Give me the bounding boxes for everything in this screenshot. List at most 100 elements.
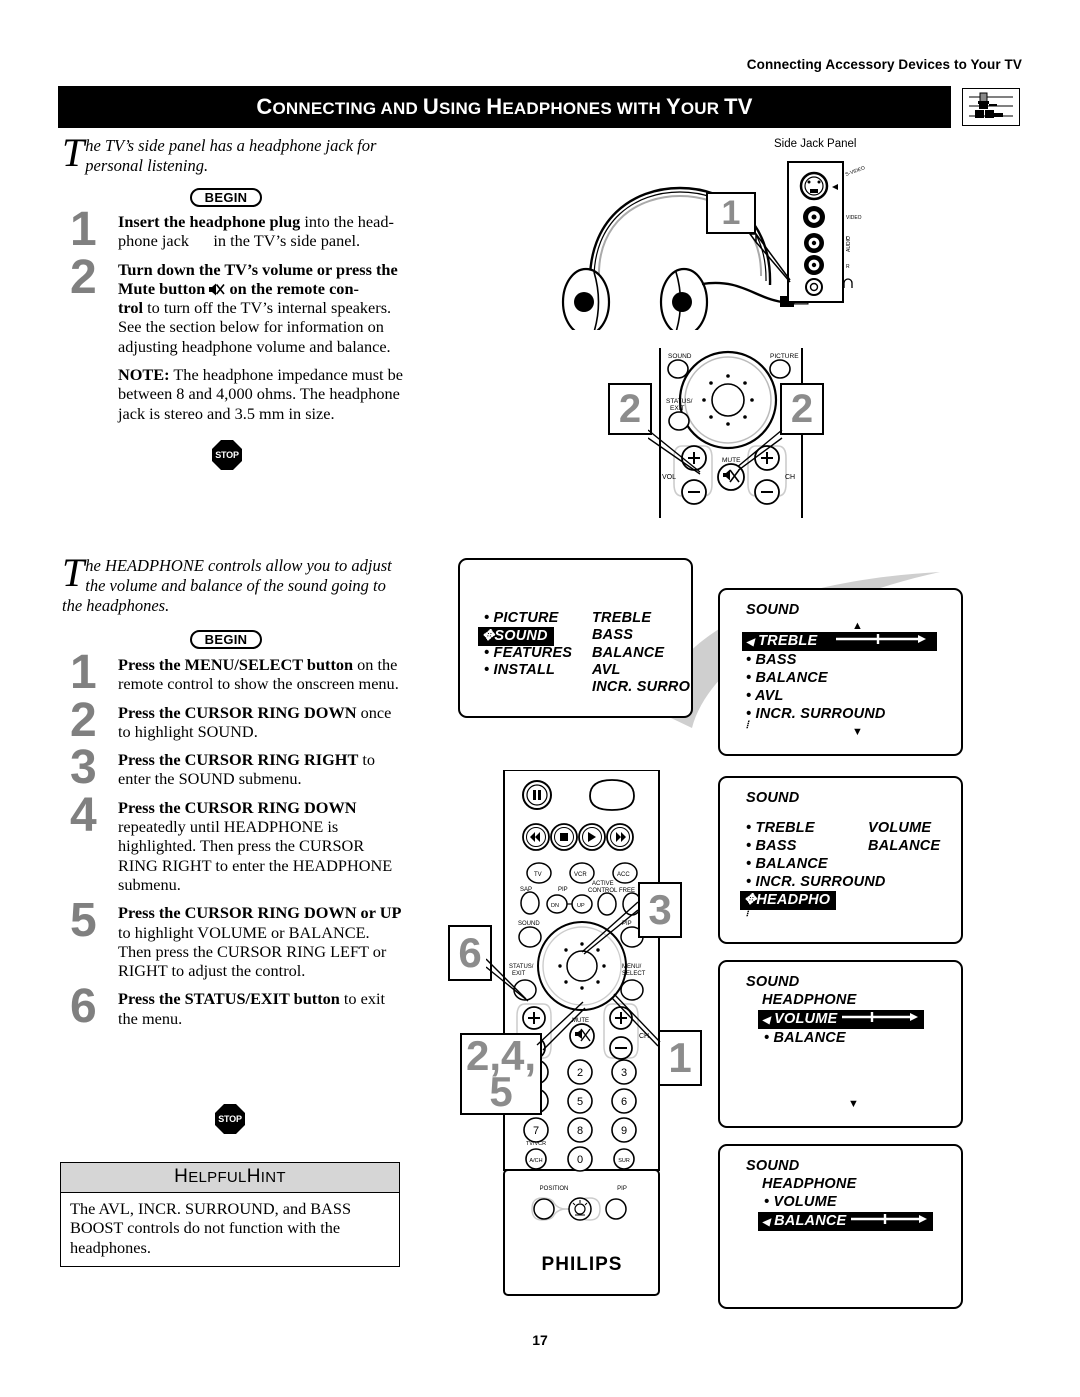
svg-text:8: 8 <box>577 1125 583 1137</box>
osd-item-avl: • AVL <box>746 688 784 704</box>
step-number: 6 <box>70 980 97 1034</box>
step-number: 2 <box>70 250 97 304</box>
section2-begin-badge: BEGIN <box>190 630 262 649</box>
svg-text:POSITION: POSITION <box>540 1186 569 1192</box>
side-jack-panel: S-VIDEO VIDEO L AUDIO R <box>786 160 906 305</box>
osd-headphone-balance: SOUND HEADPHONE • VOLUME ◀ BALANCE <box>718 1144 963 1309</box>
callout-2-right: 2 <box>780 383 824 435</box>
cursor-ring-icon: ✥ <box>482 628 495 644</box>
osd-subtitle: HEADPHONE <box>762 1176 857 1192</box>
page-title: CONNECTING AND USING HEADPHONES WITH YOU… <box>256 94 753 119</box>
step-number: 3 <box>70 741 97 795</box>
osd-sub-balance: BALANCE <box>592 645 665 661</box>
svg-text:VIDEO: VIDEO <box>846 215 862 221</box>
svg-text:S-VIDEO: S-VIDEO <box>845 165 866 178</box>
svg-text:UP: UP <box>577 903 585 909</box>
step-number: 1 <box>70 646 97 699</box>
section2-stop-badge: STOP <box>215 1104 245 1134</box>
section2-dropcap: T <box>62 550 85 595</box>
callout-1-remote: 1 <box>658 1030 702 1086</box>
svg-text:EXIT: EXIT <box>512 971 526 977</box>
more-items-icon: ⦙ <box>746 908 749 919</box>
svg-text:AUDIO: AUDIO <box>846 236 852 252</box>
bullet-icon: • <box>484 662 490 678</box>
section2-intro: The HEADPHONE controls allow you to adju… <box>62 550 402 616</box>
bullet-icon: • <box>746 856 752 872</box>
step-text: Press the MENU/SELECT button on the remo… <box>118 655 399 694</box>
page-title-bar: CONNECTING AND USING HEADPHONES WITH YOU… <box>58 86 951 128</box>
slider-icon <box>834 634 926 644</box>
cable-connector-icon <box>962 88 1020 126</box>
osd-item-sound-highlighted: ✥SOUND <box>478 627 554 646</box>
osd-sub-balance: BALANCE <box>868 838 941 854</box>
more-items-icon: ⦙ <box>746 720 749 731</box>
svg-text:SELECT: SELECT <box>622 971 646 977</box>
osd-sub-bass: BASS <box>592 627 634 643</box>
helpful-hint-box: HELPFULHINT The AVL, INCR. SURROUND, and… <box>60 1162 400 1267</box>
step-text: Press the CURSOR RING DOWN repeatedly un… <box>118 797 393 894</box>
bullet-icon: • <box>746 670 752 686</box>
svg-text:CONTROL: CONTROL <box>588 888 618 894</box>
left-arrow-icon: ◀ <box>762 1217 770 1228</box>
section1-begin-badge: BEGIN <box>190 188 262 207</box>
svg-text:PHILIPS: PHILIPS <box>542 1254 623 1275</box>
slider-icon <box>841 1012 918 1022</box>
slider-icon <box>850 1214 927 1224</box>
step-text: Press the CURSOR RING DOWN or UP to high… <box>118 903 402 981</box>
callout-245-line2: 5 <box>489 1068 513 1115</box>
osd-sound-menu: SOUND ▲ ◀ TREBLE • BASS • BALANCE • AVL … <box>718 588 963 756</box>
svg-text:PIP: PIP <box>558 887 568 893</box>
bullet-icon: • <box>746 652 752 668</box>
osd-item-volume: • VOLUME <box>764 1194 837 1210</box>
osd-item-treble-highlighted: ◀ TREBLE <box>742 632 937 651</box>
step-item: 3 Press the CURSOR RING RIGHT to enter t… <box>70 744 405 792</box>
osd-item-incr-surround: • INCR. SURROUND <box>746 874 886 890</box>
osd-title: SOUND <box>746 974 800 990</box>
osd-title: SOUND <box>746 790 800 806</box>
section1-stop-badge: STOP <box>212 440 242 470</box>
step-item: 2 Press the CURSOR RING DOWN once to hig… <box>70 696 405 744</box>
step-item: 5 Press the CURSOR RING DOWN or UP to hi… <box>70 897 405 981</box>
section2-intro-text: he HEADPHONE controls allow you to adjus… <box>62 556 392 615</box>
step-number: 4 <box>70 788 97 842</box>
svg-text:6: 6 <box>621 1096 627 1108</box>
cursor-ring-icon: ✥ <box>744 892 757 908</box>
step-note: NOTE: The headphone impedance must be be… <box>118 365 404 423</box>
scroll-down-icon: ▼ <box>852 726 863 738</box>
svg-text:EXIT: EXIT <box>670 405 684 412</box>
svg-text:SUR: SUR <box>618 1158 630 1164</box>
step-item: 4 Press the CURSOR RING DOWN repeatedly … <box>70 791 405 894</box>
step-number: 2 <box>70 693 97 747</box>
section1-intro: The TV’s side panel has a headphone jack… <box>62 130 412 176</box>
step-text: Insert the headphone plug into the head-… <box>118 212 394 251</box>
helpful-hint-body: The AVL, INCR. SURROUND, and BASS BOOST … <box>70 1199 352 1257</box>
osd-item-balance: • BALANCE <box>746 856 828 872</box>
svg-text:7: 7 <box>533 1125 539 1137</box>
svg-text:9: 9 <box>621 1125 627 1137</box>
osd-sub-volume: VOLUME <box>868 820 932 836</box>
section1-dropcap: T <box>62 130 85 175</box>
step-text: Press the CURSOR RING RIGHT to enter the… <box>118 750 376 789</box>
osd-item-headphone-highlighted: ✥HEADPHO <box>740 891 837 910</box>
osd-sub-treble: TREBLE <box>592 610 652 626</box>
svg-text:CH: CH <box>639 1033 649 1040</box>
svg-text:DN: DN <box>551 903 559 909</box>
osd-subtitle: HEADPHONE <box>762 992 857 1008</box>
osd-sound-headphone-menu: SOUND • TREBLE • BASS • BALANCE • INCR. … <box>718 776 963 944</box>
svg-text:5: 5 <box>577 1096 583 1108</box>
svg-text:A/CH: A/CH <box>529 1158 542 1164</box>
step-number: 1 <box>70 203 97 256</box>
osd-title: SOUND <box>746 1158 800 1174</box>
scroll-down-icon: ▼ <box>848 1098 859 1110</box>
side-jack-panel-label: Side Jack Panel <box>774 138 857 150</box>
osd-item-balance: • BALANCE <box>746 670 828 686</box>
bullet-icon: • <box>746 874 752 890</box>
step-text: Turn down the TV’s volume or press the M… <box>118 259 398 356</box>
callout-6-remote: 6 <box>448 925 492 981</box>
section1-intro-text: he TV’s side panel has a headphone jack … <box>85 136 377 175</box>
svg-text:VCR: VCR <box>574 872 587 878</box>
running-head: Connecting Accessory Devices to Your TV <box>746 57 1022 72</box>
osd-item-bass: • BASS <box>746 652 797 668</box>
step-text: Press the CURSOR RING DOWN once to highl… <box>118 702 392 741</box>
svg-text:0: 0 <box>577 1154 583 1166</box>
